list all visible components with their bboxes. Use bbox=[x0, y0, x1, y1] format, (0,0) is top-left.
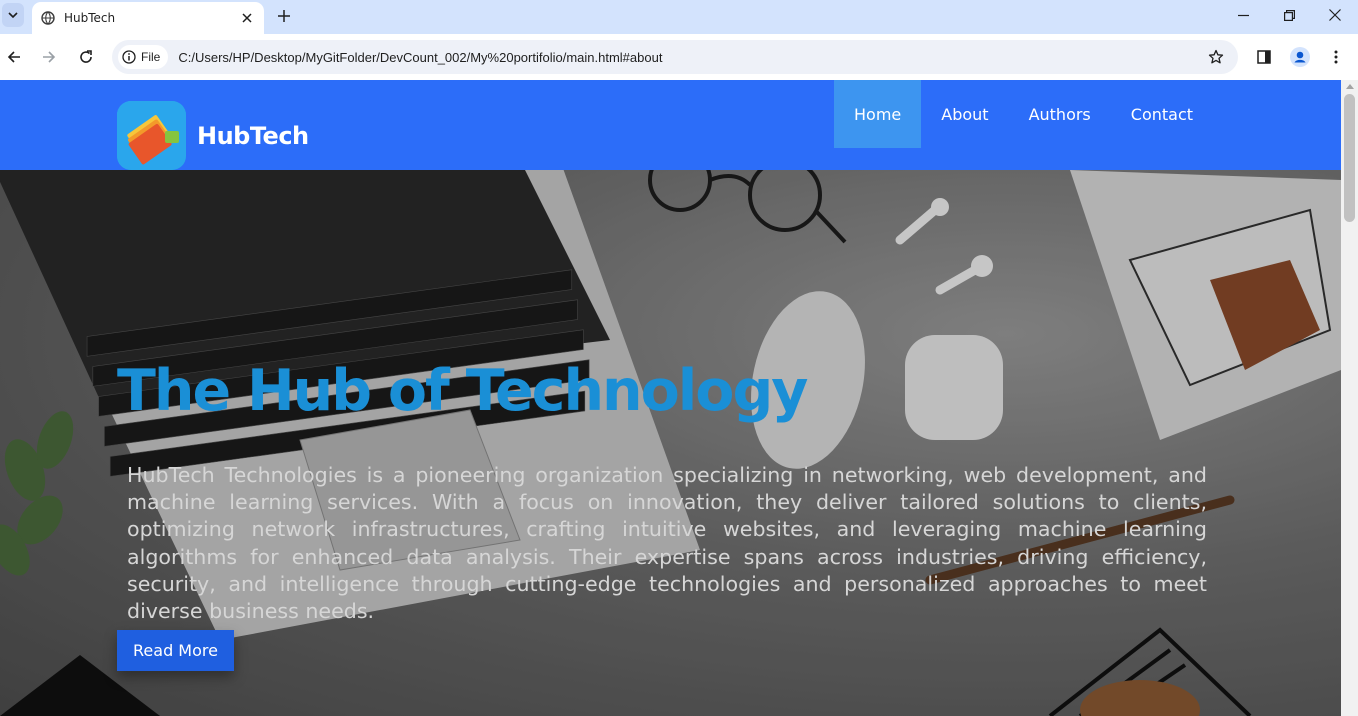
globe-icon bbox=[41, 11, 55, 25]
hero-section: The Hub of Technology HubTech Technologi… bbox=[0, 170, 1341, 716]
more-vertical-icon bbox=[1334, 50, 1338, 64]
nav-about[interactable]: About bbox=[921, 80, 1008, 148]
arrow-right-icon bbox=[43, 51, 56, 63]
logo-image bbox=[117, 101, 186, 170]
profile-button[interactable] bbox=[1286, 43, 1314, 71]
url-text[interactable]: C:/Users/HP/Desktop/MyGitFolder/DevCount… bbox=[178, 50, 1202, 65]
file-chip-label: File bbox=[141, 50, 161, 64]
brand-name: HubTech bbox=[197, 121, 309, 150]
logo-link[interactable]: HubTech bbox=[117, 101, 309, 170]
star-icon bbox=[1208, 49, 1224, 64]
read-more-button[interactable]: Read More bbox=[117, 630, 234, 671]
close-window-button[interactable] bbox=[1312, 0, 1358, 30]
forward-button[interactable] bbox=[35, 43, 63, 71]
main-nav: Home About Authors Contact bbox=[834, 80, 1213, 148]
minimize-button[interactable] bbox=[1220, 0, 1266, 30]
close-icon bbox=[1329, 9, 1341, 21]
scrollbar-thumb[interactable] bbox=[1344, 94, 1355, 222]
address-bar[interactable]: File C:/Users/HP/Desktop/MyGitFolder/Dev… bbox=[112, 40, 1238, 74]
site-info-chip[interactable]: File bbox=[118, 45, 169, 69]
restore-button[interactable] bbox=[1266, 0, 1312, 30]
nav-home[interactable]: Home bbox=[834, 80, 922, 148]
minimize-icon bbox=[1237, 14, 1249, 16]
side-panel-button[interactable] bbox=[1250, 43, 1278, 71]
side-panel-icon bbox=[1257, 50, 1271, 64]
bookmark-button[interactable] bbox=[1202, 43, 1230, 71]
tab-close-icon[interactable] bbox=[236, 7, 258, 29]
chevron-down-icon bbox=[8, 12, 18, 19]
avatar-icon bbox=[1290, 47, 1310, 67]
nav-authors[interactable]: Authors bbox=[1009, 80, 1111, 148]
browser-toolbar: File C:/Users/HP/Desktop/MyGitFolder/Dev… bbox=[0, 34, 1358, 80]
info-icon bbox=[122, 50, 136, 64]
site-header: HubTech Home About Authors Contact bbox=[0, 80, 1341, 170]
page-scrollbar[interactable] bbox=[1341, 80, 1358, 716]
tab-search-button[interactable] bbox=[2, 3, 24, 27]
scroll-up-arrow-icon[interactable] bbox=[1346, 84, 1354, 89]
plus-icon bbox=[278, 10, 290, 22]
reload-icon bbox=[80, 50, 92, 63]
page-viewport: HubTech Home About Authors Contact The H… bbox=[0, 80, 1358, 716]
browser-tab[interactable]: HubTech bbox=[32, 2, 264, 34]
nav-contact[interactable]: Contact bbox=[1111, 80, 1213, 148]
new-tab-button[interactable] bbox=[272, 4, 296, 28]
tab-strip: HubTech bbox=[0, 0, 1358, 34]
hubtech-logo-icon bbox=[117, 101, 186, 170]
menu-button[interactable] bbox=[1322, 43, 1350, 71]
back-button[interactable] bbox=[0, 43, 28, 71]
restore-icon bbox=[1283, 9, 1295, 21]
reload-button[interactable] bbox=[72, 43, 100, 71]
hero-title: The Hub of Technology bbox=[117, 358, 808, 424]
tab-title: HubTech bbox=[64, 11, 116, 25]
arrow-left-icon bbox=[7, 51, 20, 63]
hero-description: HubTech Technologies is a pioneering org… bbox=[127, 463, 1207, 624]
